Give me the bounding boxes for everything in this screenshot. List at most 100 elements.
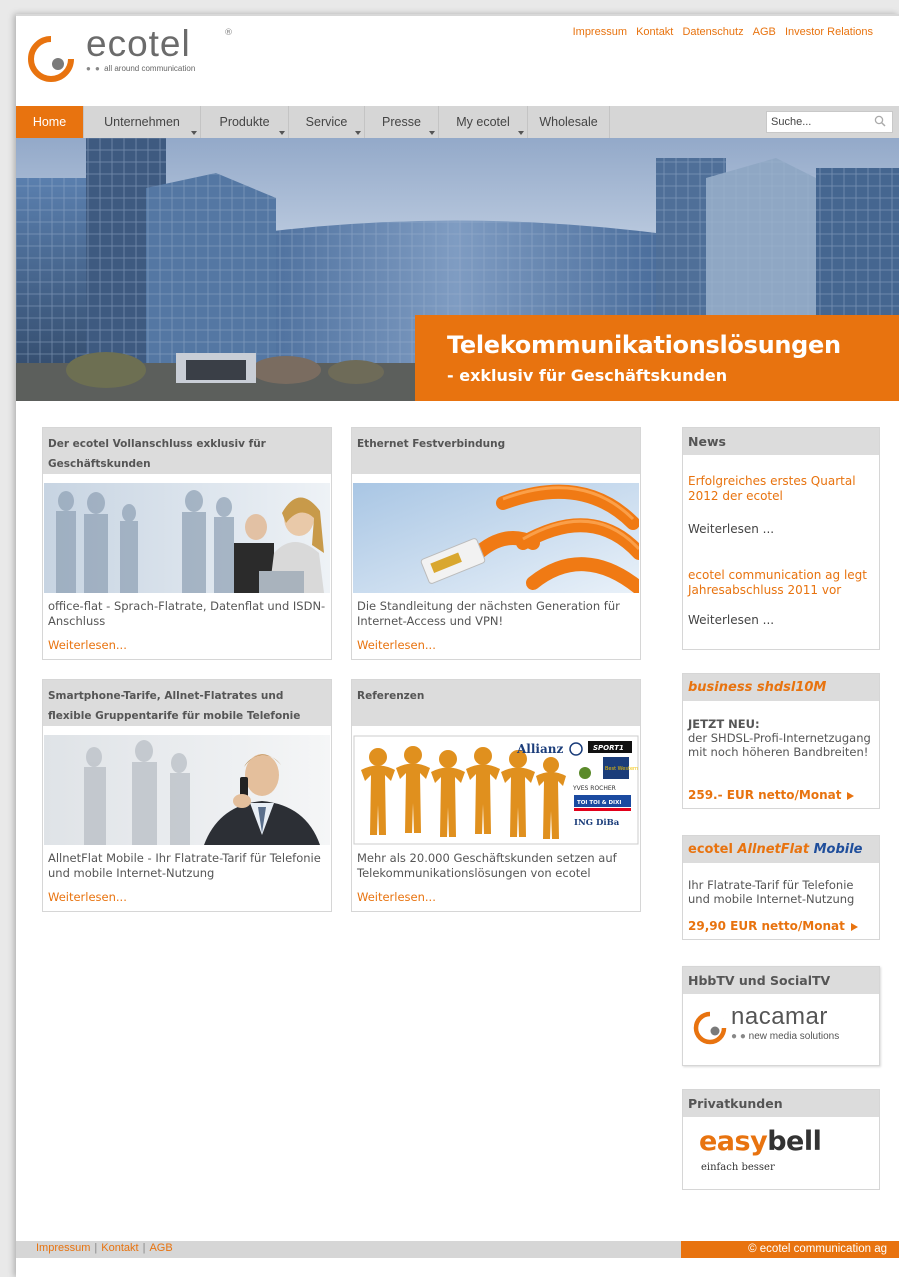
logo-toi-toi-dixi: TOI TOI & DIXI xyxy=(577,800,621,806)
news-item-title[interactable]: Erfolgreiches erstes Quartal 2012 der ec… xyxy=(688,474,874,504)
teaser-title[interactable]: Der ecotel Vollanschluss exklusiv für Ge… xyxy=(48,434,328,474)
teaser-title[interactable]: Referenzen xyxy=(357,686,637,706)
easybell-wordmark: easybell xyxy=(699,1126,822,1157)
main-nav: Home Unternehmen Produkte Service Presse… xyxy=(16,106,899,138)
hero-title: Telekommunikationslösungen xyxy=(447,331,841,359)
nacamar-logo-mark-icon xyxy=(693,1011,727,1045)
teaser-image-cable[interactable] xyxy=(353,483,639,593)
privatkunden-box[interactable]: Privatkunden easybell einfach besser xyxy=(682,1089,880,1190)
toplink-kontakt[interactable]: Kontakt xyxy=(636,26,673,38)
read-more-link[interactable]: Weiterlesen... xyxy=(357,890,436,904)
toplink-datenschutz[interactable]: Datenschutz xyxy=(682,26,743,38)
arrow-right-icon xyxy=(850,922,858,931)
teaser-header: Der ecotel Vollanschluss exklusiv für Ge… xyxy=(43,428,331,474)
nav-label: Unternehmen xyxy=(104,115,180,129)
nav-item-wholesale[interactable]: Wholesale xyxy=(528,106,610,138)
toplink-impressum[interactable]: Impressum xyxy=(573,26,627,38)
teaser-header: Referenzen xyxy=(352,680,640,726)
arrow-right-icon xyxy=(847,791,855,800)
nav-label: Service xyxy=(305,115,348,129)
logo-allianz: Allianz xyxy=(516,742,563,756)
teaser-header: Smartphone-Tarife, Allnet-Flatrates und … xyxy=(43,680,331,726)
shdsl-price-link[interactable]: 259.- EUR netto/Monat xyxy=(688,788,855,802)
read-more-link[interactable]: Weiterlesen... xyxy=(48,890,127,904)
hbbtv-box[interactable]: HbbTV und SocialTV nacamar ● ● new media… xyxy=(682,966,880,1066)
teaser-image-references[interactable]: Allianz SPORT1 Best Western YVES ROCHER … xyxy=(353,735,639,845)
footer: Impressum | Kontakt | AGB © ecotel communica… xyxy=(16,1241,899,1258)
teaser-title[interactable]: Smartphone-Tarife, Allnet-Flatrates und … xyxy=(48,686,328,726)
nacamar-tagline: ● ● new media solutions xyxy=(731,1031,840,1042)
teaser-ethernet: Ethernet Festverbindung Die Standleitung… xyxy=(351,427,641,660)
logo-dots-icon: ● ● xyxy=(86,64,105,73)
ecotel-logo-mark-icon xyxy=(28,36,74,82)
nacamar-tagline-text: new media solutions xyxy=(748,1031,840,1042)
teaser-text: office-flat - Sprach-Flatrate, Datenflat… xyxy=(48,599,326,628)
footer-separator: | xyxy=(94,1242,98,1254)
easybell-wordmark-a: easy xyxy=(699,1126,768,1157)
nav-label: Wholesale xyxy=(539,115,598,129)
allnet-promo-box[interactable]: ecotel AllnetFlat Mobile Ihr Flatrate-Ta… xyxy=(682,835,880,940)
teaser-title[interactable]: Ethernet Festverbindung xyxy=(357,434,637,454)
shdsl-heading: business shdsl10M xyxy=(683,674,879,701)
chevron-down-icon xyxy=(191,131,197,135)
allnet-price-link[interactable]: 29,90 EUR netto/Monat xyxy=(688,919,858,933)
teaser-text: Mehr als 20.000 Geschäftskunden setzen a… xyxy=(357,851,617,880)
footer-separator: | xyxy=(142,1242,146,1254)
chevron-down-icon xyxy=(355,131,361,135)
news-read-more-link[interactable]: Weiterlesen ... xyxy=(688,613,774,627)
toplink-agb[interactable]: AGB xyxy=(753,26,776,38)
nav-item-my-ecotel[interactable]: My ecotel xyxy=(439,106,528,138)
nav-item-home[interactable]: Home xyxy=(16,106,84,138)
nav-item-produkte[interactable]: Produkte xyxy=(201,106,289,138)
copyright-text: © ecotel communication ag xyxy=(748,1243,887,1255)
footer-link-kontakt[interactable]: Kontakt xyxy=(101,1242,138,1254)
search-input[interactable] xyxy=(771,113,867,131)
teaser-vollanschluss: Der ecotel Vollanschluss exklusiv für Ge… xyxy=(42,427,332,660)
teaser-image-phone-man[interactable] xyxy=(44,735,330,845)
logo-wordmark: ecotel xyxy=(86,23,191,64)
nav-item-presse[interactable]: Presse xyxy=(365,106,439,138)
business-people-image xyxy=(44,483,330,593)
hero-subtitle: - exklusiv für Geschäftskunden xyxy=(447,366,728,385)
news-item-title[interactable]: ecotel communication ag legt Jahresabsch… xyxy=(688,568,874,598)
logo-sport1: SPORT1 xyxy=(593,744,624,752)
network-cable-image xyxy=(353,483,639,593)
teaser-text: AllnetFlat Mobile - Ihr Flatrate-Tarif f… xyxy=(48,851,321,880)
read-more-link[interactable]: Weiterlesen... xyxy=(48,638,127,652)
teaser-referenzen: Referenzen Allianz SPORT1 Best Western Y… xyxy=(351,679,641,912)
reference-customers-image: Allianz SPORT1 Best Western YVES ROCHER … xyxy=(353,735,639,845)
businessman-phone-image xyxy=(44,735,330,845)
footer-link-agb[interactable]: AGB xyxy=(149,1242,172,1254)
hero-orange-banner: Telekommunikationslösungen - exklusiv fü… xyxy=(415,315,899,401)
search-box xyxy=(766,111,893,133)
shdsl-lead: JETZT NEU: xyxy=(688,717,760,731)
allnet-price: 29,90 EUR netto/Monat xyxy=(688,919,845,933)
logo-registered-mark: ® xyxy=(224,28,233,38)
copyright-bar: © ecotel communication ag xyxy=(681,1241,899,1258)
nav-item-service[interactable]: Service xyxy=(289,106,365,138)
shdsl-promo-box[interactable]: business shdsl10M JETZT NEU: der SHDSL-P… xyxy=(682,673,880,809)
nacamar-logo: nacamar ● ● new media solutions xyxy=(693,1003,873,1051)
allnet-heading: ecotel AllnetFlat Mobile xyxy=(683,836,879,863)
read-more-link[interactable]: Weiterlesen... xyxy=(357,638,436,652)
hero-banner[interactable]: Telekommunikationslösungen - exklusiv fü… xyxy=(16,138,899,401)
shdsl-text: der SHDSL-Profi-Internetzugang mit noch … xyxy=(688,731,871,759)
chevron-down-icon xyxy=(279,131,285,135)
top-links: Impressum Kontakt Datenschutz AGB Invest… xyxy=(567,26,873,38)
toplink-investor-relations[interactable]: Investor Relations xyxy=(785,26,873,38)
search-icon[interactable] xyxy=(874,115,886,127)
chevron-down-icon xyxy=(429,131,435,135)
nav-label: Produkte xyxy=(219,115,270,129)
logo-yves-rocher: YVES ROCHER xyxy=(572,785,616,792)
ecotel-logo[interactable]: ecotel ® ● ● all around communication xyxy=(26,22,246,84)
allnet-heading-c: Mobile xyxy=(809,842,863,857)
privatkunden-heading: Privatkunden xyxy=(683,1090,879,1117)
teaser-image-business-people[interactable] xyxy=(44,483,330,593)
nav-item-unternehmen[interactable]: Unternehmen xyxy=(84,106,201,138)
easybell-tagline: einfach besser xyxy=(701,1162,775,1173)
footer-link-impressum[interactable]: Impressum xyxy=(36,1242,90,1254)
allnet-heading-a: ecotel xyxy=(688,842,738,857)
news-read-more-link[interactable]: Weiterlesen ... xyxy=(688,522,774,536)
nacamar-wordmark: nacamar xyxy=(731,1003,828,1030)
teaser-text: Die Standleitung der nächsten Generation… xyxy=(357,599,620,628)
